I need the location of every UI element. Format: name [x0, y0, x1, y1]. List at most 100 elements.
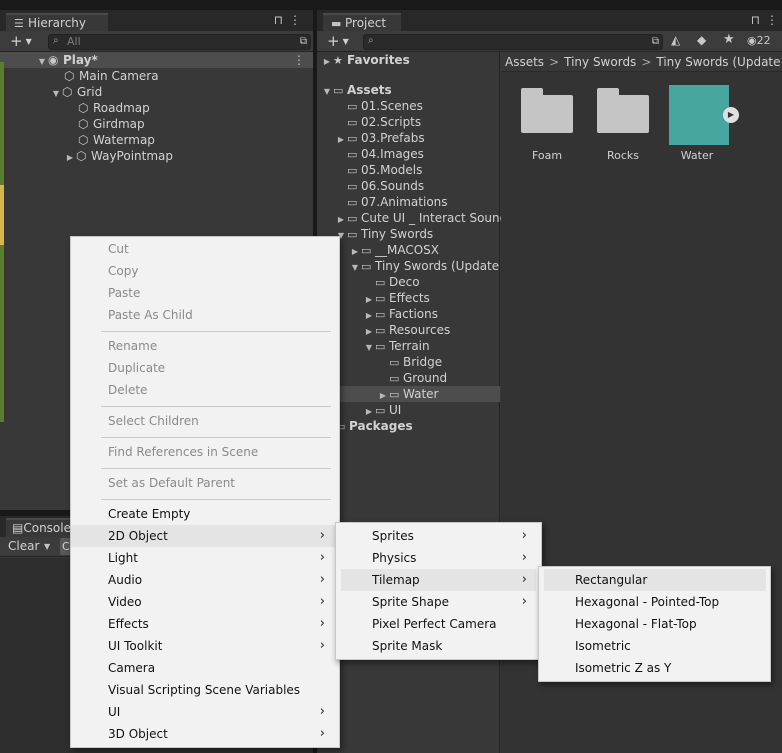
collapse-arrow-icon[interactable]: ▶ — [64, 150, 76, 166]
lock-icon[interactable]: ⊓ — [274, 13, 289, 27]
kebab-menu-icon[interactable]: ⋮ — [293, 52, 305, 68]
expand-arrow-icon[interactable]: ▼ — [363, 340, 375, 356]
menu-item-paste-as-child[interactable]: Paste As Child — [71, 304, 339, 326]
hierarchy-item-main-camera[interactable]: ⬡ Main Camera — [0, 68, 159, 84]
tree-item-factions[interactable]: ▶ ▭ Factions — [363, 306, 438, 322]
hierarchy-tab[interactable]: ☰ Hierarchy — [6, 13, 108, 31]
asset-rocks[interactable]: Rocks — [591, 85, 655, 162]
lock-icon[interactable]: ⊓ — [751, 13, 766, 27]
menu-item-select-children[interactable]: Select Children — [71, 410, 339, 432]
folder-icon: ▭ — [347, 180, 358, 193]
tree-item-water[interactable]: ▶ ▭ Water — [317, 386, 500, 402]
tree-item-macosx[interactable]: ▶ ▭ __MACOSX — [349, 242, 439, 258]
hierarchy-item-roadmap[interactable]: ⬡ Roadmap — [0, 100, 150, 116]
kebab-menu-icon[interactable]: ⋮ — [289, 13, 307, 27]
menu-item-sprites[interactable]: Sprites › — [336, 525, 541, 547]
hierarchy-item-watermap[interactable]: ⬡ Watermap — [0, 132, 155, 148]
search-filter-icon[interactable]: ⧉ — [300, 35, 307, 49]
tree-item-resources[interactable]: ▶ ▭ Resources — [363, 322, 450, 338]
project-search-input[interactable]: ⌕ ⧉ — [363, 34, 663, 50]
tree-item-07-animations[interactable]: ▭ 07.Animations — [347, 194, 448, 210]
filter-by-type-icon[interactable]: ◭ — [671, 33, 680, 47]
console-tab[interactable]: ▤Console — [6, 518, 76, 537]
expand-arrow-icon[interactable]: ▼ — [349, 260, 361, 276]
tree-item-06-sounds[interactable]: ▭ 06.Sounds — [347, 178, 424, 194]
menu-item-cut[interactable]: Cut — [71, 238, 339, 260]
hierarchy-item-label: WayPointmap — [91, 149, 174, 163]
menu-item-light[interactable]: Light › — [71, 547, 339, 569]
clear-button[interactable]: Clear — [2, 538, 45, 555]
tree-item-02-scripts[interactable]: ▭ 02.Scripts — [347, 114, 421, 130]
create-button[interactable]: + ▼ — [10, 32, 32, 50]
tree-item-ground[interactable]: ▭ Ground — [389, 370, 447, 386]
tree-item-05-models[interactable]: ▭ 05.Models — [347, 162, 422, 178]
search-filter-icon[interactable]: ⧉ — [652, 35, 659, 49]
hierarchy-item-waypointmap[interactable]: ▶ ⬡ WayPointmap — [0, 148, 173, 164]
menu-item-effects[interactable]: Effects › — [71, 613, 339, 635]
filter-by-label-icon[interactable]: ◆ — [697, 33, 706, 47]
menu-item-3d-object[interactable]: 3D Object › — [71, 723, 339, 745]
breadcrumb-item[interactable]: Tiny Swords — [564, 55, 636, 69]
asset-label: Rocks — [606, 149, 640, 162]
menu-item-find-references[interactable]: Find References in Scene — [71, 441, 339, 463]
menu-item-2d-object[interactable]: 2D Object › — [71, 525, 339, 547]
tree-item-01-scenes[interactable]: ▭ 01.Scenes — [347, 98, 423, 114]
menu-item-physics[interactable]: Physics › — [336, 547, 541, 569]
tree-item-tiny-swords-update[interactable]: ▼ ▭ Tiny Swords (Update — [349, 258, 499, 274]
menu-item-isometric[interactable]: Isometric — [539, 635, 770, 657]
menu-item-duplicate[interactable]: Duplicate — [71, 357, 339, 379]
menu-item-copy[interactable]: Copy — [71, 260, 339, 282]
tree-item-assets[interactable]: ▼ ▭ Assets — [321, 82, 392, 98]
play-expand-icon[interactable]: ▶ — [723, 107, 739, 123]
menu-item-sprite-mask[interactable]: Sprite Mask — [336, 635, 541, 657]
asset-foam[interactable]: Foam — [515, 85, 579, 162]
breadcrumb-item[interactable]: Tiny Swords (Update 01 — [656, 55, 782, 69]
tree-item-effects[interactable]: ▶ ▭ Effects — [363, 290, 430, 306]
menu-item-pixel-perfect-camera[interactable]: Pixel Perfect Camera — [336, 613, 541, 635]
hierarchy-search-placeholder: All — [67, 35, 81, 48]
menu-item-tilemap[interactable]: Tilemap › — [341, 569, 536, 591]
hierarchy-search-input[interactable]: ⌕ All ⧉ — [48, 34, 311, 50]
project-tab[interactable]: ▬ Project — [323, 13, 401, 31]
menu-item-audio[interactable]: Audio › — [71, 569, 339, 591]
clear-options-dropdown-icon[interactable]: ▼ — [44, 539, 50, 555]
tree-item-04-images[interactable]: ▭ 04.Images — [347, 146, 424, 162]
tree-item-cute-ui[interactable]: ▶ ▭ Cute UI _ Interact Sound — [335, 210, 507, 226]
collapse-arrow-icon[interactable]: ▶ — [321, 54, 333, 70]
menu-item-sprite-shape[interactable]: Sprite Shape › — [336, 591, 541, 613]
tree-item-label: Tiny Swords (Update — [375, 259, 500, 273]
collapse-arrow-icon[interactable]: ▶ — [335, 132, 347, 148]
tree-item-bridge[interactable]: ▭ Bridge — [389, 354, 442, 370]
menu-item-camera[interactable]: Camera — [71, 657, 339, 679]
tree-item-packages[interactable]: ▭ Packages — [335, 418, 413, 434]
hierarchy-item-grid[interactable]: ▼ ⬡ Grid — [0, 84, 102, 100]
hidden-packages-count[interactable]: ◉22 — [747, 34, 771, 47]
menu-item-video[interactable]: Video › — [71, 591, 339, 613]
menu-item-isometric-z-as-y[interactable]: Isometric Z as Y — [539, 657, 770, 679]
menu-item-hexagonal-flat-top[interactable]: Hexagonal - Flat-Top — [539, 613, 770, 635]
hierarchy-item-girdmap[interactable]: ⬡ Girdmap — [0, 116, 145, 132]
menu-item-paste[interactable]: Paste — [71, 282, 339, 304]
menu-item-set-default-parent[interactable]: Set as Default Parent — [71, 472, 339, 494]
expand-arrow-icon[interactable]: ▼ — [321, 84, 333, 100]
create-button[interactable]: + ▼ — [327, 32, 349, 50]
menu-item-create-empty[interactable]: Create Empty — [71, 503, 339, 525]
menu-item-rectangular[interactable]: Rectangular — [544, 569, 766, 591]
asset-water[interactable]: ▶ Water — [665, 85, 739, 162]
tree-item-03-prefabs[interactable]: ▶ ▭ 03.Prefabs — [335, 130, 425, 146]
favorites-star-icon[interactable]: ★ — [723, 32, 735, 47]
tree-item-favorites[interactable]: ▶ ★ Favorites — [321, 52, 410, 68]
breadcrumb-item[interactable]: Assets — [505, 55, 544, 69]
menu-item-hexagonal-pointed-top[interactable]: Hexagonal - Pointed-Top — [539, 591, 770, 613]
menu-item-ui[interactable]: UI › — [71, 701, 339, 723]
menu-item-rename[interactable]: Rename — [71, 335, 339, 357]
tree-item-tiny-swords[interactable]: ▼ ▭ Tiny Swords — [335, 226, 433, 242]
menu-item-ui-toolkit[interactable]: UI Toolkit › — [71, 635, 339, 657]
hierarchy-item-play-scene[interactable]: ▼ ◉ Play* ⋮ — [0, 52, 313, 68]
tree-item-terrain[interactable]: ▼ ▭ Terrain — [363, 338, 430, 354]
tree-item-deco[interactable]: ▭ Deco — [375, 274, 420, 290]
menu-item-delete[interactable]: Delete — [71, 379, 339, 401]
kebab-menu-icon[interactable]: ⋮ — [766, 13, 782, 27]
menu-item-visual-scripting-variables[interactable]: Visual Scripting Scene Variables — [71, 679, 339, 701]
tree-item-ui[interactable]: ▶ ▭ UI — [363, 402, 401, 418]
